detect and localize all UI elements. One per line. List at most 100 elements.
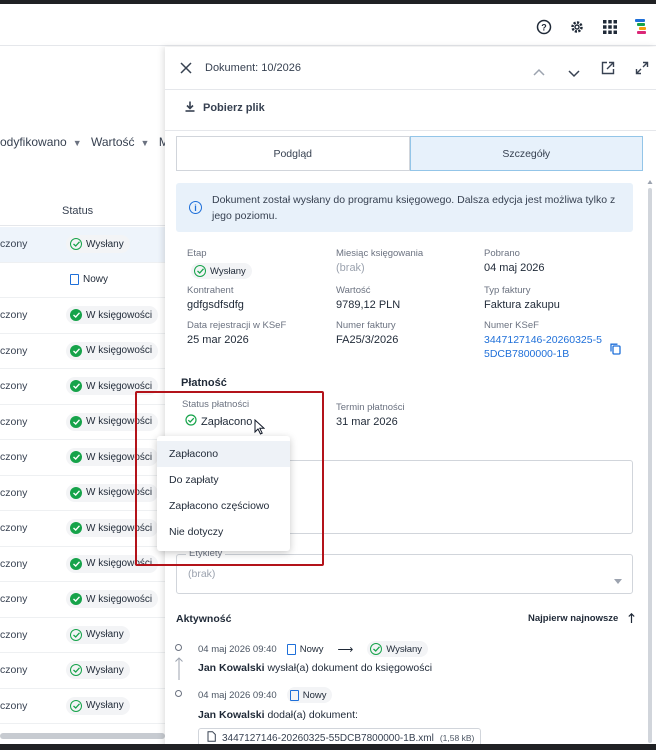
brand-logo-icon[interactable] (631, 17, 651, 37)
option-do-zaplaty[interactable]: Do zapłaty (157, 467, 290, 493)
chevron-down-icon: ▼ (72, 138, 82, 148)
activity-user: Jan Kowalski (198, 709, 265, 721)
help-circle-icon[interactable]: ? (534, 17, 554, 37)
file-size: (1,58 kB) (439, 733, 475, 743)
kontrahent-label: Kontrahent (187, 285, 234, 296)
option-zaplacono-czesciowo[interactable]: Zapłacono częściowo (157, 493, 290, 519)
activity-description: wysłał(a) dokument do księgowości (267, 662, 433, 674)
status-badge: Nowy (66, 271, 114, 289)
tab-preview[interactable]: Podgląd (176, 136, 410, 171)
filter-modified[interactable]: odyfikowano (0, 135, 67, 149)
activity-entry-1-header: 04 maj 2026 09:40 Nowy ⟶ Wysłany (198, 641, 429, 657)
table-row[interactable]: czony W księgowości (0, 582, 165, 618)
table-row[interactable]: czony Wysłany (0, 227, 165, 263)
table-row[interactable]: czony Wysłany (0, 653, 165, 689)
caret-down-icon (614, 571, 622, 589)
sort-toggle[interactable]: Najpierw najnowsze (528, 612, 635, 626)
header-divider (0, 225, 165, 226)
status-badge: W księgowości (66, 306, 159, 324)
table-row[interactable]: czony W księgowości (0, 440, 165, 476)
row-cell-text: czony (0, 522, 28, 534)
close-icon[interactable] (180, 61, 192, 79)
row-cell-text: czony (0, 380, 28, 392)
row-cell-text: czony (0, 309, 28, 321)
filter-value[interactable]: Wartość (91, 135, 135, 149)
tab-details[interactable]: Szczegóły (409, 136, 643, 171)
document-icon (289, 689, 299, 701)
check-filled-icon (70, 557, 82, 570)
document-list: odyfikowano ▼ Wartość ▼ M Status czony Wysł… (0, 47, 165, 750)
activity-entry-2-header: 04 maj 2026 09:40 Nowy (198, 687, 333, 703)
check-filled-icon (70, 522, 82, 534)
info-icon: i (189, 201, 202, 214)
status-badge: Wysłany (66, 661, 130, 679)
file-name: 3447127146-20260325-55DCB7800000-1B.xml (222, 732, 434, 744)
etap-label: Etap (187, 248, 207, 259)
arrow-up-icon (628, 612, 635, 626)
check-filled-icon (70, 415, 82, 428)
chevron-down-icon[interactable] (568, 65, 580, 83)
grid-apps-icon[interactable] (600, 17, 620, 37)
gear-icon[interactable] (567, 17, 587, 37)
download-button[interactable]: Pobierz plik (185, 101, 265, 115)
column-header-status[interactable]: Status (62, 205, 93, 217)
row-cell-text: czony (0, 593, 28, 605)
miesiac-label: Miesiąc księgowania (336, 248, 424, 259)
top-bar: ? (0, 4, 656, 46)
table-row[interactable]: czony Wysłany (0, 689, 165, 724)
tab-bar: Podgląd Szczegóły (176, 136, 643, 171)
table-row[interactable]: Nowy (0, 263, 165, 298)
pobrano-value: 04 maj 2026 (484, 262, 545, 274)
open-external-icon[interactable] (601, 61, 615, 80)
status-badge: W księgowości (66, 412, 159, 431)
window-bottom-edge (0, 744, 656, 750)
info-banner: i Dokument został wysłany do programu ks… (176, 183, 633, 232)
status-badge: Wysłany (66, 235, 130, 253)
check-icon (185, 414, 197, 429)
check-filled-icon (70, 344, 82, 357)
check-circle-icon (370, 643, 383, 655)
file-icon (207, 731, 216, 745)
horizontal-scrollbar[interactable] (0, 733, 165, 739)
table-row[interactable]: czony W księgowości (0, 405, 165, 440)
table-row[interactable]: czony Wysłany (0, 618, 165, 653)
tags-select[interactable]: Etykiety (brak) (176, 548, 633, 594)
typ-value: Faktura zakupu (484, 299, 560, 311)
expand-icon[interactable] (635, 61, 649, 80)
panel-scrollbar[interactable] (647, 178, 653, 748)
activity-timestamp: 04 maj 2026 09:40 (198, 643, 277, 655)
data-rejestracji-value: 25 mar 2026 (187, 334, 249, 346)
status-badge: W księgowości (66, 519, 159, 537)
table-row[interactable]: czony W księgowości (0, 334, 165, 369)
typ-label: Typ faktury (484, 285, 531, 296)
chevron-up-icon[interactable] (533, 63, 545, 81)
check-filled-icon (70, 486, 82, 499)
check-filled-icon (70, 380, 82, 392)
payment-status-select[interactable]: Zapłacono (185, 414, 252, 429)
status-to-badge: Wysłany (367, 641, 429, 657)
option-zaplacono[interactable]: Zapłacono (157, 441, 290, 467)
payment-status-dropdown: Zapłacono Do zapłaty Zapłacono częściowo… (157, 436, 290, 551)
table-row[interactable]: czony W księgowości (0, 369, 165, 405)
table-row[interactable]: czony W księgowości (0, 547, 165, 582)
activity-timestamp: 04 maj 2026 09:40 (198, 689, 277, 701)
arrow-right-icon: ⟶ (337, 643, 354, 656)
chevron-down-icon: ▼ (140, 138, 150, 148)
numer-ksef-link[interactable]: 3447127146-20260325-5 5DCB7800000-1B (484, 333, 602, 361)
termin-label: Termin płatności (336, 402, 405, 413)
tags-placeholder: (brak) (188, 568, 216, 580)
table-row[interactable]: czony W księgowości (0, 511, 165, 547)
svg-text:?: ? (541, 23, 547, 33)
etap-value: Wysłany (191, 261, 252, 279)
copy-icon[interactable] (610, 342, 621, 360)
row-cell-text: czony (0, 664, 28, 676)
table-row[interactable]: czony W księgowości (0, 476, 165, 511)
table-row[interactable]: czony W księgowości (0, 298, 165, 334)
check-circle-icon (70, 628, 82, 641)
option-nie-dotyczy[interactable]: Nie dotyczy (157, 519, 290, 545)
divider (165, 130, 656, 131)
row-cell-text: czony (0, 451, 28, 463)
termin-value: 31 mar 2026 (336, 416, 398, 428)
status-badge: Wysłany (66, 625, 130, 644)
row-cell-text: czony (0, 344, 28, 357)
